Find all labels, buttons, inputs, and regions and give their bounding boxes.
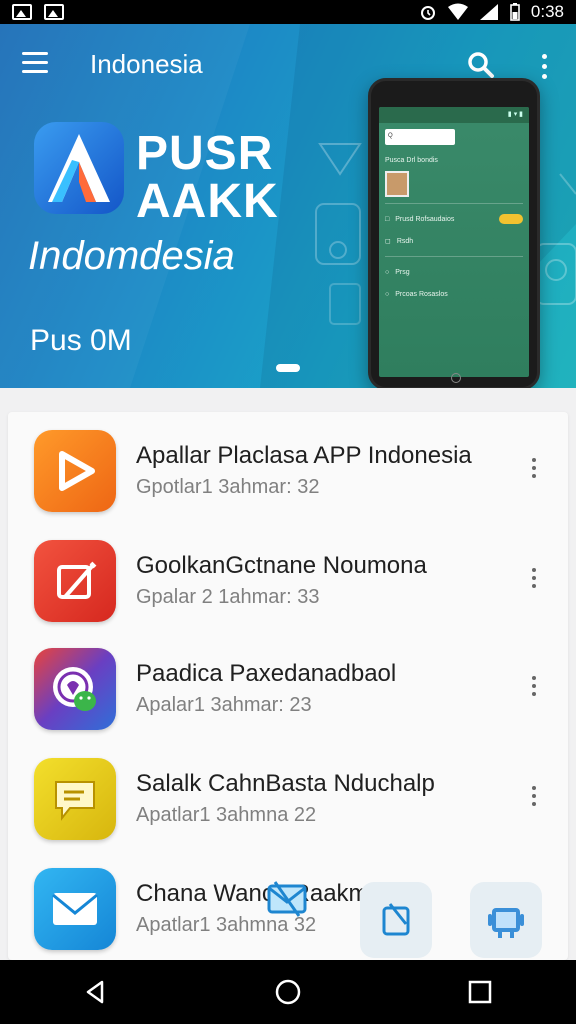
device-icon	[488, 908, 524, 938]
profile-thumbnail	[385, 171, 409, 197]
phone-profile-name: Pusca Drl bondis	[385, 156, 438, 164]
app-subtitle: Apatlar1 3ahmna 22	[136, 804, 317, 826]
dot	[532, 584, 536, 588]
photo-notification-icon	[12, 4, 32, 20]
dot	[541, 73, 547, 79]
phone-row: ◻ Rsdh	[385, 230, 523, 252]
dot	[532, 474, 536, 478]
quick-action-mail[interactable]	[252, 862, 322, 938]
play-icon	[34, 430, 116, 512]
overflow-menu-button[interactable]	[532, 50, 556, 82]
app-title: Apallar Placlasa APP Indonesia	[136, 442, 472, 469]
home-icon	[275, 979, 301, 1005]
app-list: Apallar Placlasa APP Indonesia Gpotlar1 …	[8, 412, 568, 960]
brand-name-line2: AAKK	[136, 175, 279, 228]
system-nav-bar	[0, 960, 576, 1024]
dot	[532, 466, 536, 470]
more-vert-icon	[532, 786, 536, 790]
brand-name-line1: PUSR	[136, 127, 274, 180]
app-title: GoolkanGctnane Noumona	[136, 552, 427, 579]
edit-icon	[382, 903, 410, 936]
battery-icon	[510, 3, 520, 21]
more-vert-icon	[532, 568, 536, 572]
menu-button[interactable]	[22, 52, 54, 80]
phone-row-label: Rsdh	[396, 237, 414, 245]
android-icon	[34, 648, 116, 730]
phone-row-label: Prsg	[395, 268, 410, 276]
gallery-notification-icon	[44, 4, 64, 20]
signal-icon	[479, 4, 498, 20]
phone-row-label: Prcoas Rosaslos	[395, 290, 448, 298]
phone-row: ○ Prcoas Rosaslos	[385, 283, 523, 305]
brand-subtitle: Indomdesia	[28, 234, 235, 278]
home-button[interactable]	[264, 968, 312, 1016]
clock: 0:38	[530, 2, 564, 21]
phone-row: □ Prusd Rofsaudaios	[385, 208, 523, 230]
phone-row-icon: ○	[385, 290, 390, 298]
phone-profile-card	[385, 169, 523, 199]
quick-action-device[interactable]	[470, 882, 542, 958]
divider	[385, 203, 523, 204]
dot	[532, 692, 536, 696]
phone-row-icon: ◻	[385, 238, 391, 245]
brand-logo-icon	[34, 122, 124, 214]
item-more-button[interactable]	[526, 670, 542, 702]
divider	[385, 256, 523, 257]
hero-banner[interactable]: Indonesia PUSR AAKK Indomdesia Pus 0M ▮ …	[0, 24, 576, 388]
pen-icon	[34, 540, 116, 622]
phone-mockup: ▮ ▾ ▮ Q Pusca Drl bondis □ Prusd Rofsaud…	[368, 78, 540, 388]
app-subtitle: Gpotlar1 3ahmar: 32	[136, 476, 320, 498]
app-title: Salalk CahnBasta Nduchalp	[136, 770, 435, 797]
phone-profile-row: Pusca Drl bondis	[385, 151, 523, 169]
content-area: Apallar Placlasa APP Indonesia Gpotlar1 …	[0, 388, 576, 960]
phone-search-field: Q	[385, 129, 455, 145]
more-vert-icon	[532, 676, 536, 680]
app-title: Paadica Paxedanadbaol	[136, 660, 397, 687]
phone-home-button	[451, 373, 461, 383]
alarm-icon	[420, 6, 435, 20]
item-more-button[interactable]	[526, 780, 542, 812]
wifi-icon	[447, 3, 468, 20]
recents-button[interactable]	[456, 968, 504, 1016]
list-item[interactable]: Paadica Paxedanadbaol Apalar1 3ahmar: 23	[8, 630, 568, 738]
dot	[532, 794, 536, 798]
recents-icon	[468, 980, 492, 1004]
mail-check-icon	[267, 881, 307, 917]
list-item[interactable]: GoolkanGctnane Noumona Gpalar 2 1ahmar: …	[8, 522, 568, 630]
quick-action-edit[interactable]	[360, 882, 432, 958]
search-icon	[468, 52, 494, 78]
phone-row-icon: ○	[385, 268, 390, 276]
message-icon	[34, 758, 116, 840]
app-subtitle: Gpalar 2 1ahmar: 33	[136, 586, 320, 608]
toggle-pill	[499, 214, 523, 224]
hamburger-line	[22, 61, 48, 64]
page-title: Indonesia	[90, 49, 203, 79]
item-more-button[interactable]	[526, 562, 542, 594]
phone-screen: ▮ ▾ ▮ Q Pusca Drl bondis □ Prusd Rofsaud…	[379, 107, 529, 377]
phone-row: ○ Prsg	[385, 261, 523, 283]
status-bar: 0:38	[0, 0, 576, 24]
phone-status-bar: ▮ ▾ ▮	[379, 107, 529, 123]
hamburger-icon	[22, 52, 48, 55]
brand-tagline: Pus 0M	[30, 324, 132, 357]
dot	[532, 802, 536, 806]
mail-icon	[34, 868, 116, 950]
back-button[interactable]	[72, 968, 120, 1016]
phone-row-icon: □	[385, 215, 390, 223]
dot	[532, 576, 536, 580]
more-vert-icon	[541, 53, 547, 59]
list-item[interactable]: Apallar Placlasa APP Indonesia Gpotlar1 …	[8, 412, 568, 520]
item-more-button[interactable]	[526, 452, 542, 484]
list-item[interactable]: Salalk CahnBasta Nduchalp Apatlar1 3ahmn…	[8, 740, 568, 848]
dot	[541, 63, 547, 69]
carousel-indicator[interactable]	[276, 364, 300, 372]
hamburger-line	[22, 70, 48, 73]
dot	[532, 684, 536, 688]
app-subtitle: Apalar1 3ahmar: 23	[136, 694, 312, 716]
back-icon	[86, 980, 104, 1004]
phone-row-label: Prusd Rofsaudaios	[395, 215, 455, 223]
more-vert-icon	[532, 458, 536, 462]
